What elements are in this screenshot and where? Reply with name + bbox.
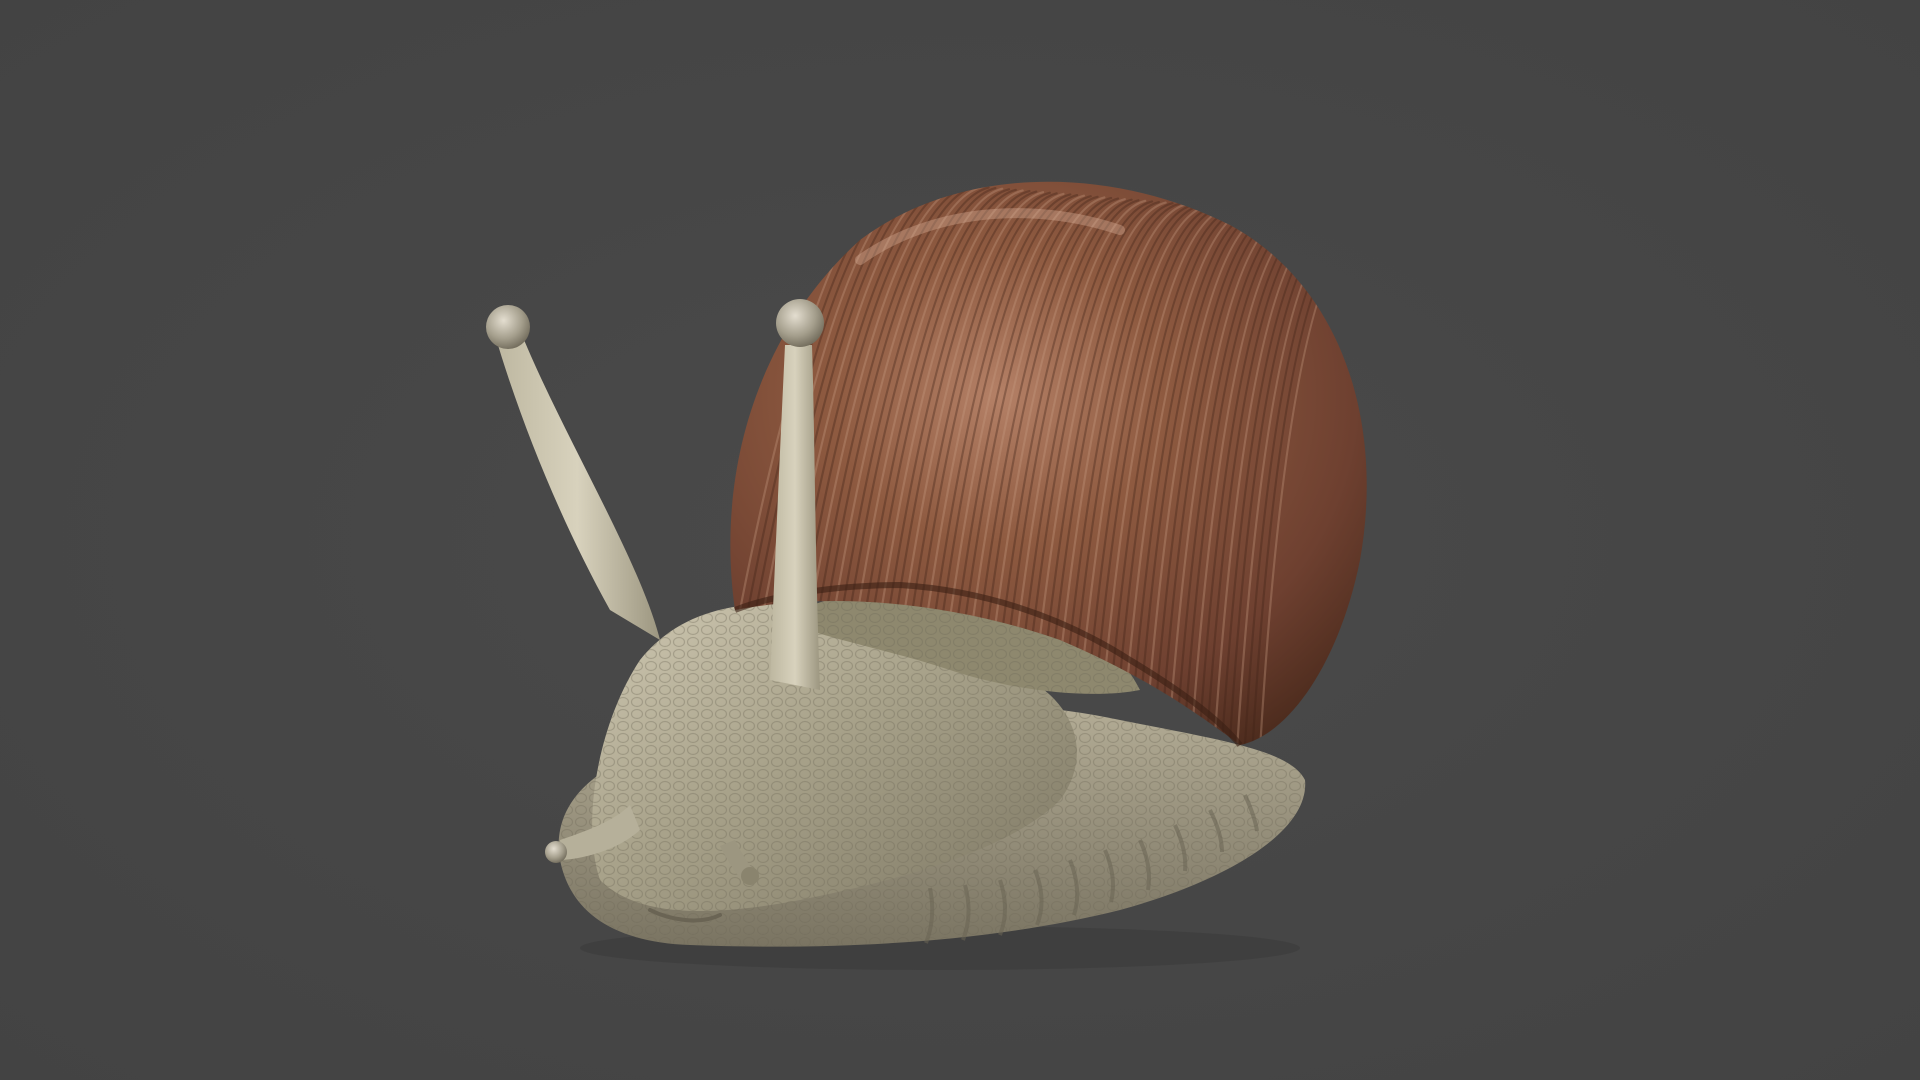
left-eye-stalk [495,330,660,640]
snail-render [486,181,1367,970]
right-eye-tip [776,299,824,347]
render-viewport [0,0,1920,1080]
left-eye-tip [486,305,530,349]
